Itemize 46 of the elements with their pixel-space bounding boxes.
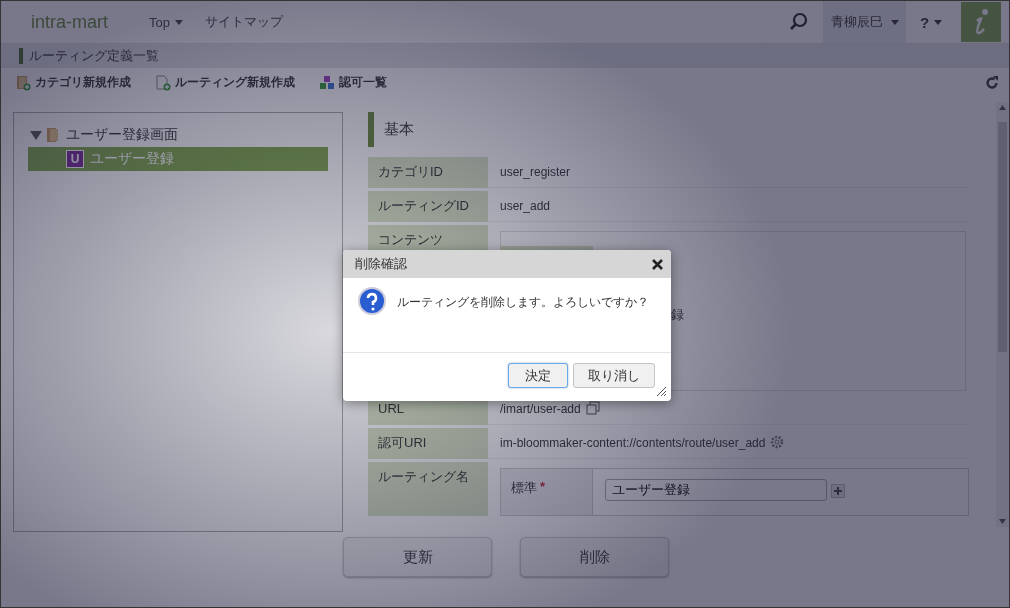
user-menu[interactable]: 青柳辰巳 [823, 1, 906, 43]
close-icon[interactable] [652, 258, 663, 270]
required-mark: * [540, 479, 546, 494]
scroll-down-icon[interactable] [999, 519, 1006, 524]
field-label: ルーティング名 [368, 462, 488, 516]
expand-icon[interactable] [30, 130, 42, 140]
help-menu[interactable]: ? [906, 1, 956, 43]
nav-link[interactable]: Top [149, 14, 183, 30]
folder-icon [46, 127, 60, 143]
field-value: user_register [500, 164, 571, 180]
logo[interactable]: intra-mart [31, 11, 149, 33]
field-value: im-bloommaker-content://contents/route/user_add [500, 435, 766, 451]
add-button[interactable] [831, 484, 845, 498]
action-button[interactable]: 削除 [520, 537, 669, 577]
copy-icon[interactable] [585, 401, 600, 415]
field-value: 録 [671, 306, 685, 324]
dialog-button[interactable]: 取り消し [573, 363, 655, 388]
refresh-icon[interactable] [985, 75, 999, 90]
caret-icon [934, 19, 943, 25]
dialog-button[interactable]: 決定 [508, 363, 568, 388]
question-icon [357, 286, 387, 316]
folder-add-icon [15, 74, 31, 91]
tree-item[interactable]: ユーザー登録画面 [14, 123, 342, 147]
field-label: カテゴリID [368, 157, 488, 188]
field-label: ルーティングID [368, 191, 488, 222]
toolbar-button[interactable]: 認可一覧 [319, 74, 387, 91]
scroll-up-icon[interactable] [999, 105, 1006, 110]
brand-logo-icon[interactable] [961, 2, 1001, 42]
search-icon[interactable] [789, 12, 809, 32]
nav-link[interactable]: サイトマップ [204, 13, 283, 31]
name-input[interactable]: ユーザー登録 [605, 479, 827, 501]
tree-item[interactable]: U ユーザー登録 [28, 147, 328, 171]
field-value: user_add [500, 198, 551, 214]
field-label: 認可URI [368, 428, 488, 459]
blocks-icon [319, 74, 335, 91]
caret-icon [890, 19, 899, 25]
locale-label: 標準 [511, 479, 537, 497]
field-value: /imart/user-add [500, 401, 581, 417]
toolbar-button[interactable]: ルーティング新規作成 [155, 74, 295, 91]
toolbar-button[interactable]: カテゴリ新規作成 [15, 74, 131, 91]
resize-grip-icon[interactable] [656, 386, 666, 396]
settings-icon[interactable] [770, 435, 785, 449]
section-heading: 基本 [368, 112, 969, 147]
badge-icon: U [66, 150, 84, 168]
action-button[interactable]: 更新 [343, 537, 492, 577]
document-add-icon [155, 74, 171, 91]
